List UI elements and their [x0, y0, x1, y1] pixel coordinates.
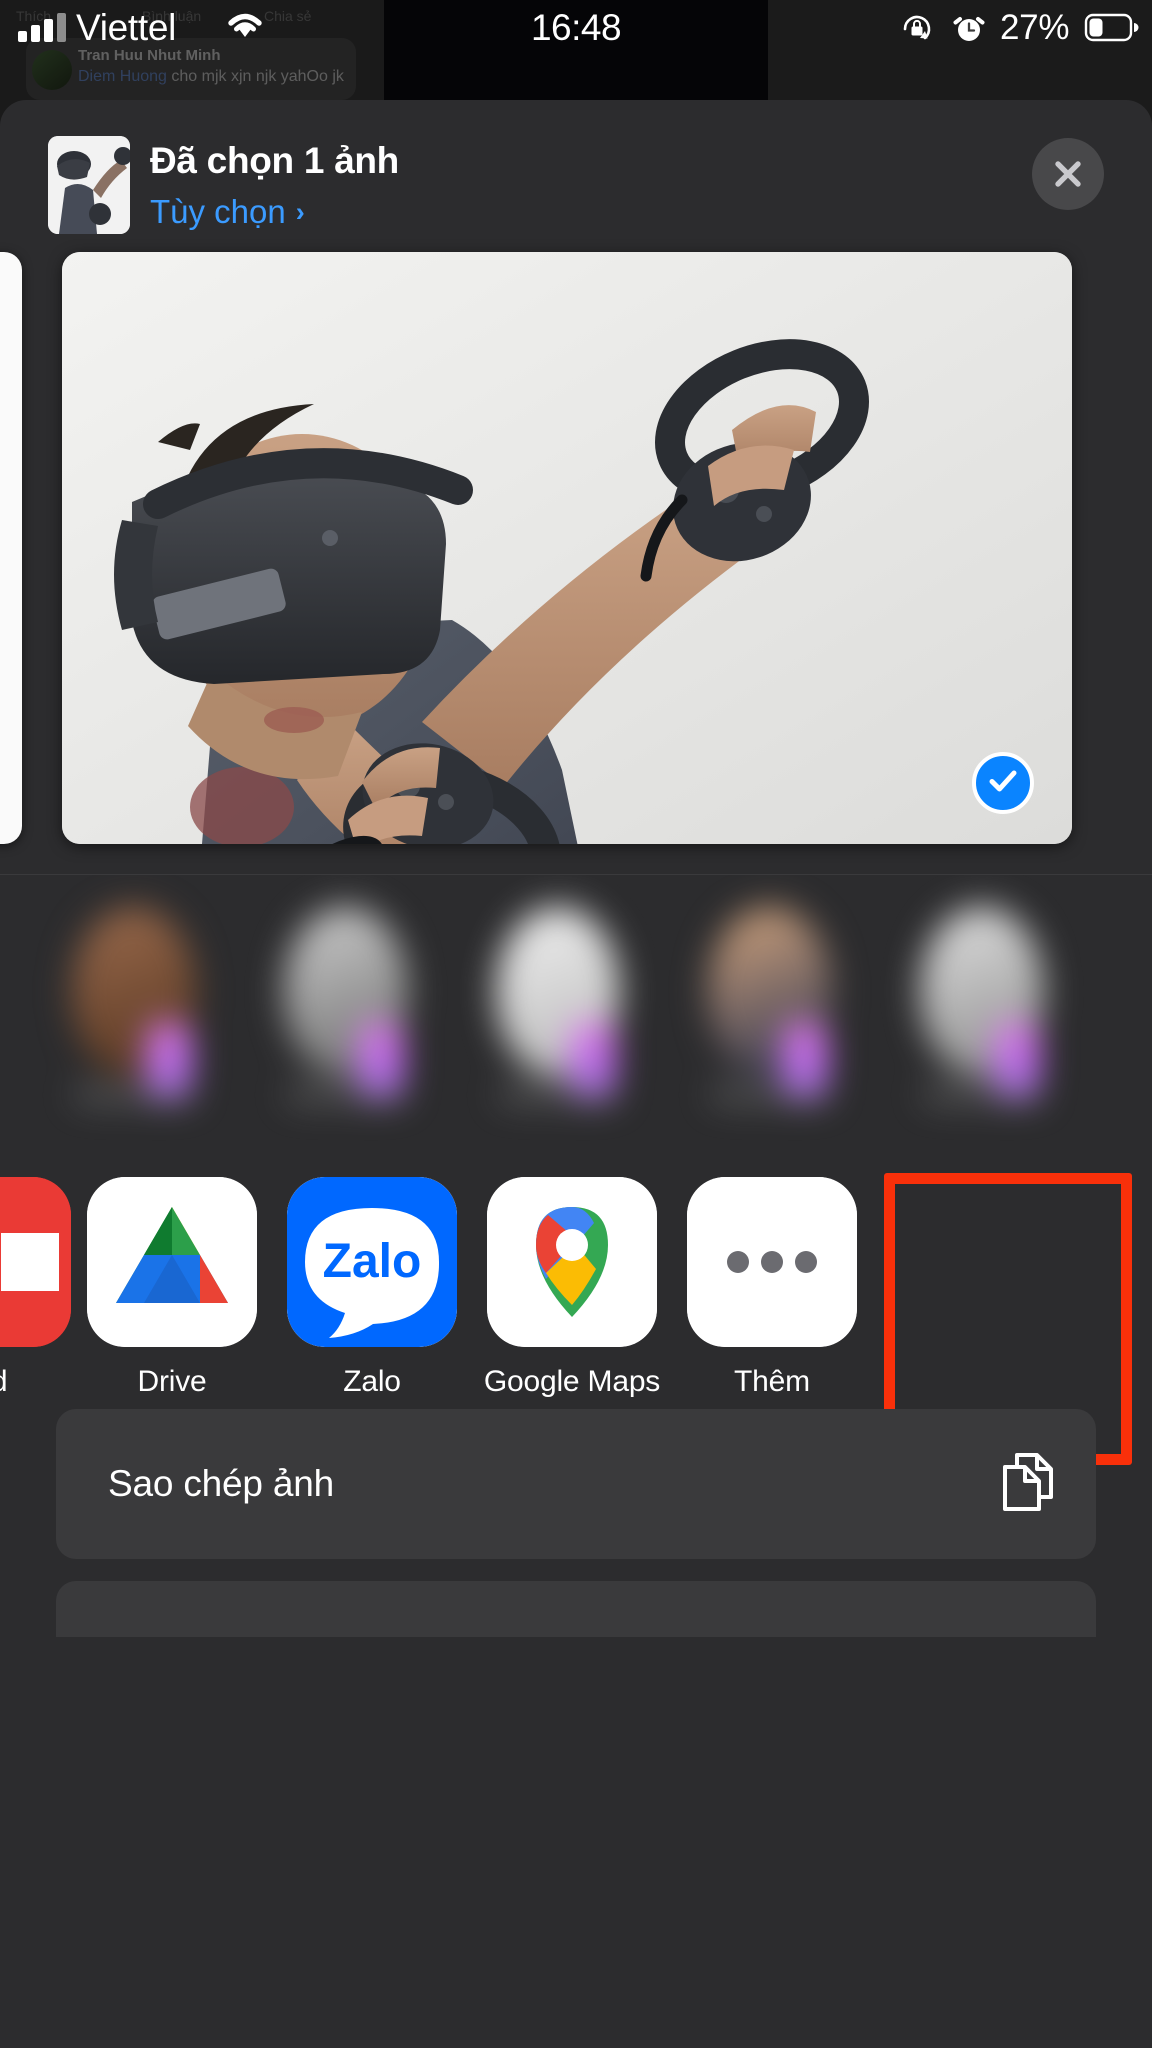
suggested-contacts-row[interactable]	[0, 874, 1152, 1159]
share-app-drive[interactable]: Drive	[72, 1177, 272, 1399]
svg-text:Zalo: Zalo	[323, 1235, 422, 1288]
google-maps-icon	[487, 1177, 657, 1347]
zalo-icon: Zalo	[287, 1177, 457, 1347]
rotation-lock-icon	[900, 12, 934, 51]
share-app-label: Google Maps	[483, 1365, 661, 1398]
list-item[interactable]	[250, 901, 440, 1135]
list-item[interactable]	[886, 901, 1076, 1135]
status-bar: Viettel 16:48 27%	[0, 0, 1152, 62]
close-icon	[1050, 156, 1086, 192]
selection-check-badge[interactable]	[972, 752, 1034, 814]
preview-card-selected[interactable]	[62, 252, 1072, 844]
share-app-google-maps[interactable]: Google Maps	[472, 1177, 672, 1399]
copy-icon	[1000, 1451, 1056, 1518]
red-app-icon	[0, 1177, 71, 1347]
share-sheet-header: Đã chọn 1 ảnh Tùy chọn ›	[0, 100, 1152, 252]
chevron-right-icon: ›	[295, 197, 305, 227]
share-sheet-title-block: Đã chọn 1 ảnh Tùy chọn ›	[150, 138, 399, 234]
list-item[interactable]	[38, 901, 228, 1135]
battery-percent-label: 27%	[1000, 8, 1070, 47]
alarm-clock-icon	[952, 11, 986, 50]
battery-icon	[1084, 13, 1139, 46]
google-drive-icon	[87, 1177, 257, 1347]
share-app-label: Zalo	[343, 1365, 401, 1398]
list-item[interactable]	[462, 901, 652, 1135]
action-row-copy-photo[interactable]: Sao chép ảnh	[56, 1409, 1096, 1559]
share-app-label: Thêm	[734, 1365, 810, 1398]
action-label: Sao chép ảnh	[108, 1463, 334, 1504]
close-button[interactable]	[1032, 138, 1104, 210]
photo-thumbnail[interactable]	[48, 136, 130, 234]
share-app-label: Drive	[137, 1365, 207, 1398]
preview-card-previous[interactable]	[0, 252, 22, 844]
action-row-next[interactable]	[56, 1581, 1096, 1637]
share-sheet: Đã chọn 1 ảnh Tùy chọn › Drive Zalo Zalo…	[0, 100, 1152, 2048]
options-link[interactable]: Tùy chọn ›	[150, 190, 399, 234]
preview-photo	[62, 252, 1072, 844]
checkmark-circle-icon	[984, 762, 1022, 805]
more-ellipsis-icon	[687, 1177, 857, 1347]
share-app-zalo[interactable]: Zalo Zalo	[272, 1177, 472, 1399]
page-title: Đã chọn 1 ảnh	[150, 140, 399, 181]
share-app-more[interactable]: Thêm	[672, 1177, 872, 1399]
photo-preview-carousel[interactable]	[0, 252, 1152, 874]
share-apps-row[interactable]: ard Drive	[0, 1159, 1152, 1465]
list-item[interactable]	[674, 901, 864, 1135]
share-actions-list[interactable]: Sao chép ảnh	[0, 1409, 1152, 1637]
options-link-label: Tùy chọn	[150, 193, 286, 230]
